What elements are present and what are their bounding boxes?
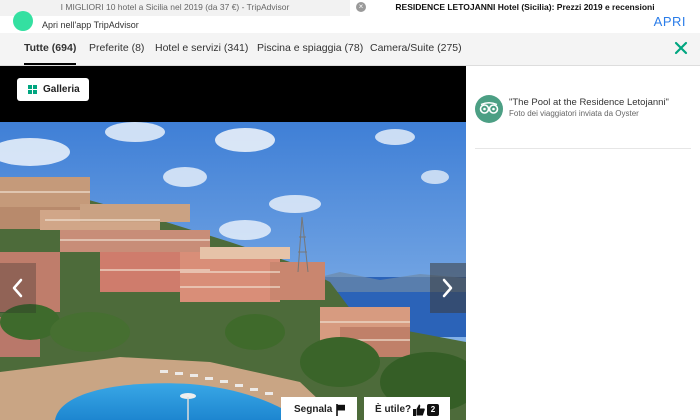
useful-label: È utile? xyxy=(375,404,412,415)
report-button[interactable]: Segnala xyxy=(281,397,357,420)
tab-room-suite[interactable]: Camera/Suite (275) xyxy=(370,33,462,65)
next-photo-button[interactable] xyxy=(430,263,466,313)
divider xyxy=(475,148,691,149)
grid-icon xyxy=(28,85,37,94)
gallery-button[interactable]: Galleria xyxy=(17,78,89,101)
browser-tab-strip: I MIGLIORI 10 hotel a Sicilia nel 2019 (… xyxy=(0,0,700,17)
browser-tab-title: RESIDENCE LETOJANNI Hotel (Sicilia): Pre… xyxy=(395,2,655,12)
tab-all[interactable]: Tutte (694) xyxy=(24,33,77,65)
chevron-right-icon xyxy=(442,278,453,298)
chevron-left-icon xyxy=(12,278,23,298)
open-app-button[interactable]: APRI xyxy=(654,14,686,29)
previous-photo-button[interactable] xyxy=(0,263,36,313)
useful-button[interactable]: È utile? 2 xyxy=(364,397,450,420)
app-banner: Apri nell'app TripAdvisor APRI xyxy=(0,11,700,33)
banner-text: Apri nell'app TripAdvisor xyxy=(42,20,139,30)
photo-title: "The Pool at the Residence Letojanni" xyxy=(509,97,669,108)
photo-credit: Foto dei viaggiatori inviata da Oyster xyxy=(509,109,639,118)
photo-info-panel: "The Pool at the Residence Letojanni" Fo… xyxy=(467,66,700,420)
photo-filter-tabs: Tutte (694) Preferite (8) Hotel e serviz… xyxy=(0,33,700,66)
close-icon[interactable]: × xyxy=(356,2,366,12)
gallery-label: Galleria xyxy=(43,84,80,95)
photo-viewer: Galleria Segnala È utile? 2 xyxy=(0,66,466,420)
tripadvisor-owl-icon xyxy=(475,95,503,123)
hotel-pool-photo xyxy=(0,122,466,420)
useful-count-badge: 2 xyxy=(427,404,439,416)
browser-tab-title: I MIGLIORI 10 hotel a Sicilia nel 2019 (… xyxy=(60,2,290,12)
thumbs-up-icon xyxy=(413,404,425,416)
owl-eyes-icon xyxy=(479,102,499,114)
tab-favorites[interactable]: Preferite (8) xyxy=(89,33,144,65)
browser-tab-active[interactable]: × RESIDENCE LETOJANNI Hotel (Sicilia): P… xyxy=(350,0,700,16)
close-icon[interactable] xyxy=(672,39,690,57)
tripadvisor-logo-icon xyxy=(13,11,33,31)
tab-hotel-services[interactable]: Hotel e servizi (341) xyxy=(155,33,248,65)
report-label: Segnala xyxy=(294,404,333,415)
flag-icon xyxy=(336,404,345,416)
browser-tab[interactable]: I MIGLIORI 10 hotel a Sicilia nel 2019 (… xyxy=(0,0,350,16)
tab-pool-beach[interactable]: Piscina e spiaggia (78) xyxy=(257,33,363,65)
